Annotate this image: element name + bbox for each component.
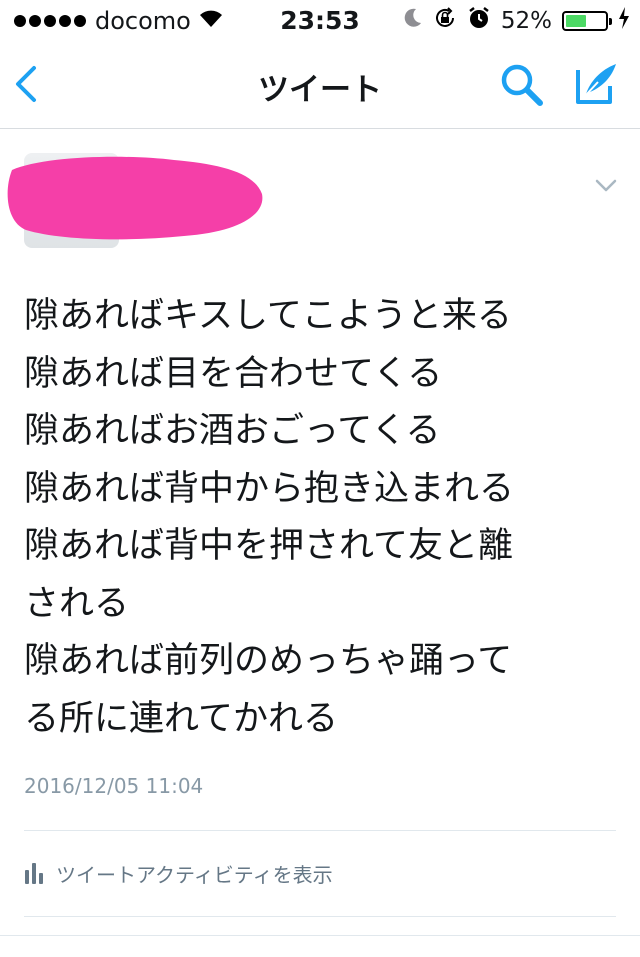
- search-button[interactable]: [499, 62, 545, 112]
- tweet-line: 隙あればキスしてこようと来る: [24, 296, 512, 336]
- tweet-line: 隙あれば背中から抱き込まれる: [24, 468, 515, 509]
- status-bar: docomo 23:53 52%: [0, 0, 640, 40]
- more-options-button[interactable]: [594, 178, 618, 198]
- divider: [24, 916, 616, 917]
- tweet-text: 隙あればキスしてこようと来る 隙あれば目を合わせてくる 隙あればお酒おごってくる…: [24, 288, 624, 748]
- navigation-bar: ツイート: [0, 40, 640, 129]
- search-icon: [501, 64, 543, 106]
- tweet-line: る所に連れてかれる: [24, 698, 338, 739]
- rotation-lock-icon: [433, 6, 457, 36]
- chevron-down-icon: [595, 179, 617, 192]
- charging-bolt-icon: [618, 7, 630, 35]
- tweet-line: 隙あれば背中を押されて友と離: [24, 526, 513, 566]
- battery-percent: 52%: [500, 8, 552, 34]
- tweet-line: 隙あれば前列のめっちゃ踊って: [24, 641, 513, 681]
- tweet-timestamp: 2016/12/05 11:04: [24, 774, 204, 798]
- tweet-line: 隙あれば目を合わせてくる: [24, 353, 443, 394]
- moon-icon: [403, 7, 423, 35]
- tweet-line: 隙あればお酒おごってくる: [24, 411, 441, 451]
- tweet-line: される: [24, 583, 130, 624]
- battery-icon: [562, 11, 612, 31]
- status-bar-right: 52%: [403, 6, 630, 36]
- divider: [0, 935, 640, 936]
- compose-tweet-icon: [576, 64, 616, 104]
- tweet-activity-label: ツイートアクティビティを表示: [56, 862, 333, 887]
- compose-tweet-button[interactable]: [574, 60, 620, 110]
- tweet-activity-link[interactable]: ツイートアクティビティを表示: [24, 856, 333, 890]
- divider: [24, 830, 616, 831]
- redaction-scribble: [7, 156, 263, 240]
- bar-chart-icon: [25, 863, 43, 884]
- alarm-icon: [467, 6, 491, 36]
- battery-level-fill: [566, 15, 586, 27]
